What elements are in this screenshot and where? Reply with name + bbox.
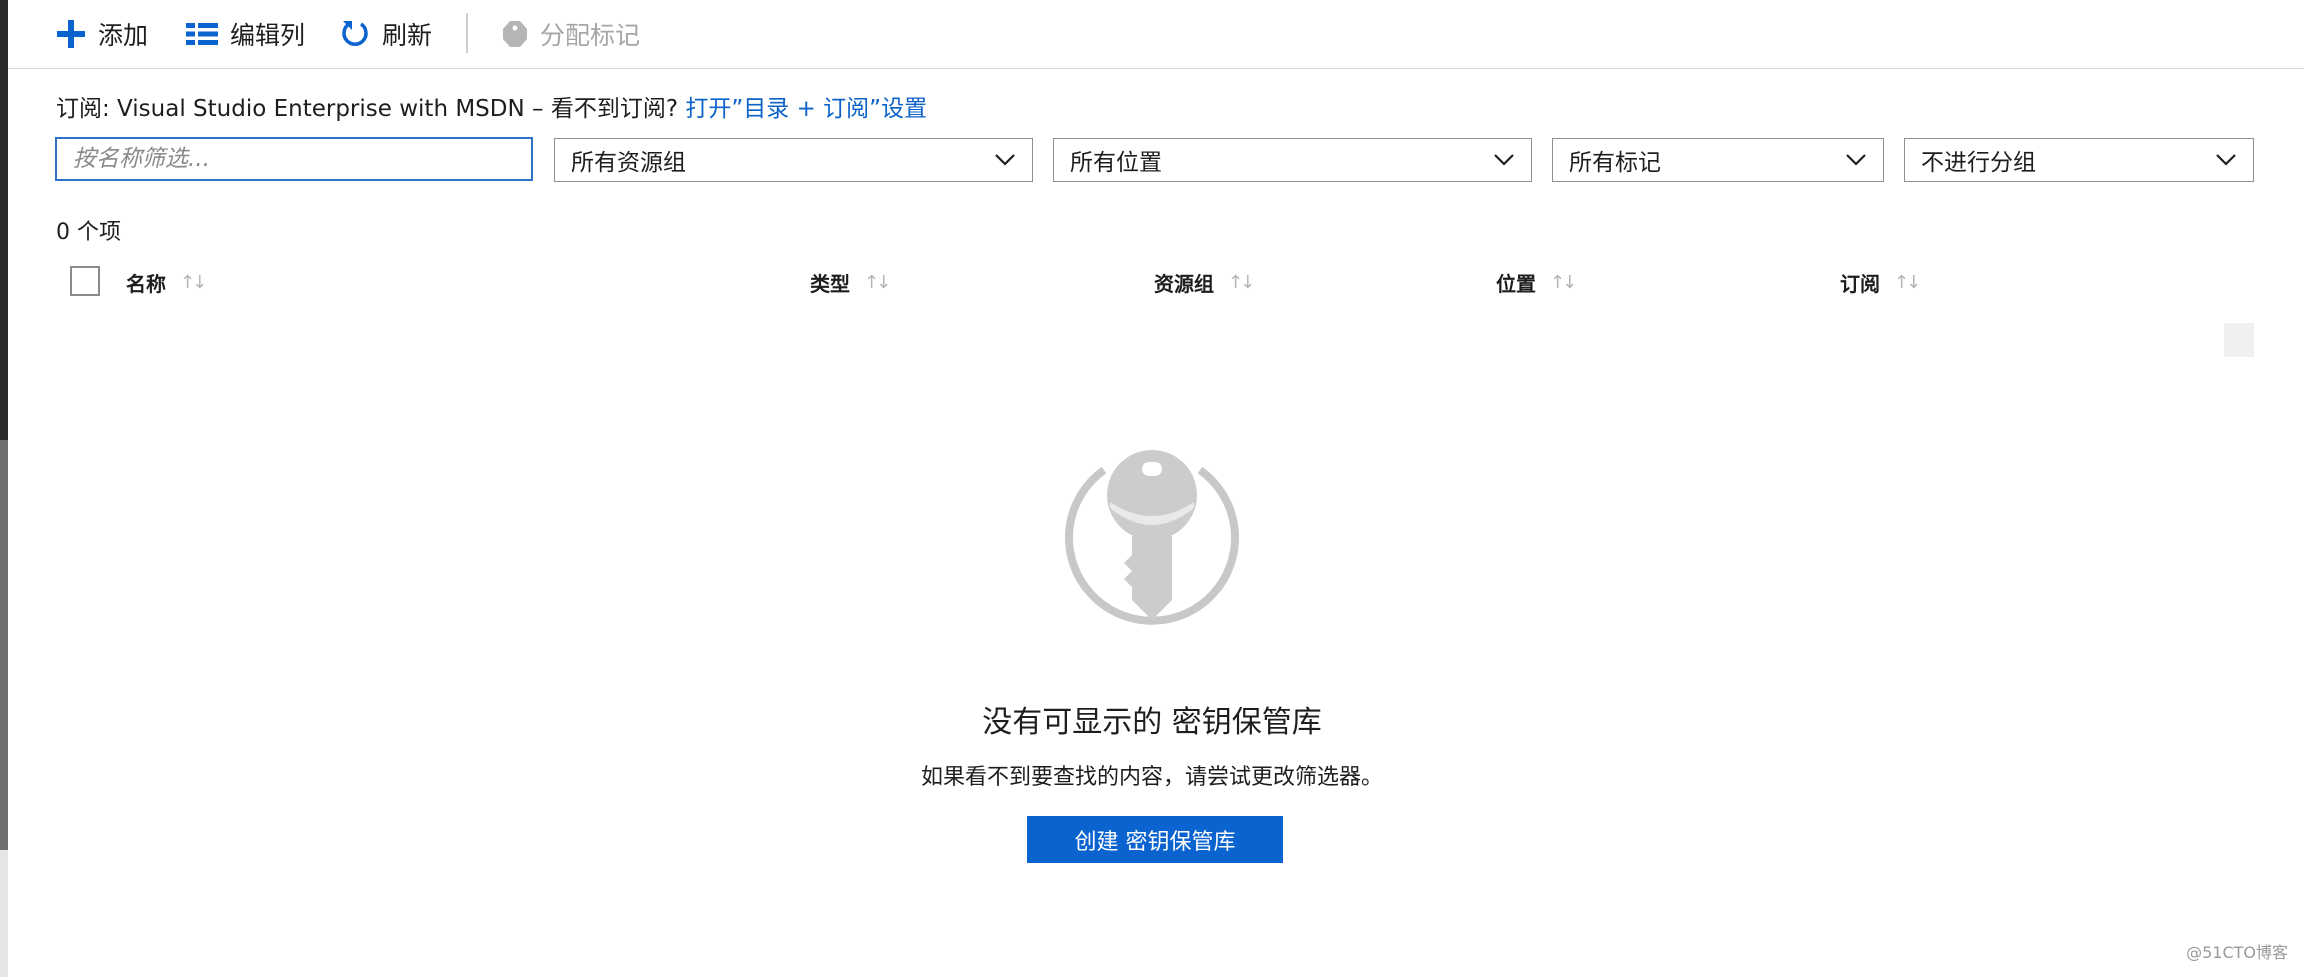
table-header: 名称 ↑↓ 类型 ↑↓ 资源组 ↑↓ 位置 ↑↓ 订阅 ↑↓ xyxy=(56,262,2256,300)
chevron-down-icon xyxy=(2216,154,2236,166)
sort-icon: ↑↓ xyxy=(180,272,207,293)
tag-icon xyxy=(503,21,527,47)
assign-tags-button[interactable]: 分配标记 xyxy=(500,14,640,54)
column-label: 名称 xyxy=(126,272,166,296)
column-label: 类型 xyxy=(810,272,850,296)
plus-icon xyxy=(57,20,85,48)
select-all-checkbox[interactable] xyxy=(70,266,100,296)
sort-icon: ↑↓ xyxy=(1228,272,1255,293)
empty-state-subtitle: 如果看不到要查找的内容，请尝试更改筛选器。 xyxy=(920,765,1383,790)
edit-columns-label: 编辑列 xyxy=(230,21,306,50)
create-key-vault-button[interactable]: 创建 密钥保管库 xyxy=(1027,816,1283,863)
column-header-resource-group[interactable]: 资源组 ↑↓ xyxy=(1154,268,1255,297)
refresh-button[interactable]: 刷新 xyxy=(340,14,432,54)
key-vault-icon xyxy=(1065,450,1239,625)
assign-tags-label: 分配标记 xyxy=(540,21,641,50)
subscription-info: 订阅: Visual Studio Enterprise with MSDN –… xyxy=(56,89,927,123)
sort-icon: ↑↓ xyxy=(864,272,891,293)
name-filter-input[interactable] xyxy=(55,137,533,181)
columns-icon xyxy=(186,23,218,45)
sort-icon: ↑↓ xyxy=(1550,272,1577,293)
empty-state-title: 没有可显示的 密钥保管库 xyxy=(982,705,1322,740)
column-header-type[interactable]: 类型 ↑↓ xyxy=(810,268,891,297)
grouping-value: 不进行分组 xyxy=(1921,150,2036,176)
refresh-icon xyxy=(342,21,368,46)
toolbar-separator xyxy=(466,13,468,53)
subscription-text: 订阅: Visual Studio Enterprise with MSDN –… xyxy=(56,96,679,122)
scrollbar-thumb[interactable] xyxy=(2224,323,2254,357)
item-count: 0 个项 xyxy=(56,220,121,245)
column-header-location[interactable]: 位置 ↑↓ xyxy=(1496,268,1577,297)
directory-subscription-settings-link[interactable]: 打开”目录 + 订阅”设置 xyxy=(685,96,927,122)
column-label: 资源组 xyxy=(1154,272,1214,296)
resource-group-value: 所有资源组 xyxy=(571,150,686,176)
tags-dropdown[interactable]: 所有标记 xyxy=(1552,138,1884,182)
location-value: 所有位置 xyxy=(1070,150,1162,176)
location-dropdown[interactable]: 所有位置 xyxy=(1053,138,1532,182)
grouping-dropdown[interactable]: 不进行分组 xyxy=(1904,138,2254,182)
left-edge-strip xyxy=(0,0,8,977)
column-header-subscription[interactable]: 订阅 ↑↓ xyxy=(1840,268,1921,297)
chevron-down-icon xyxy=(1846,154,1866,166)
column-header-name[interactable]: 名称 ↑↓ xyxy=(126,268,207,297)
add-button[interactable]: 添加 xyxy=(56,14,148,54)
left-edge-light xyxy=(0,850,8,977)
resource-group-dropdown[interactable]: 所有资源组 xyxy=(554,138,1033,182)
left-edge-dark xyxy=(0,0,8,440)
edit-columns-button[interactable]: 编辑列 xyxy=(186,14,305,54)
watermark: @51CTO博客 xyxy=(2186,943,2288,962)
command-bar: 添加 编辑列 刷新 分配标记 xyxy=(8,0,2304,69)
chevron-down-icon xyxy=(1494,154,1514,166)
sort-icon: ↑↓ xyxy=(1894,272,1921,293)
column-label: 订阅 xyxy=(1840,272,1880,296)
tags-value: 所有标记 xyxy=(1569,150,1661,176)
refresh-label: 刷新 xyxy=(382,21,433,50)
column-label: 位置 xyxy=(1496,272,1536,296)
add-label: 添加 xyxy=(98,21,149,50)
chevron-down-icon xyxy=(995,154,1015,166)
